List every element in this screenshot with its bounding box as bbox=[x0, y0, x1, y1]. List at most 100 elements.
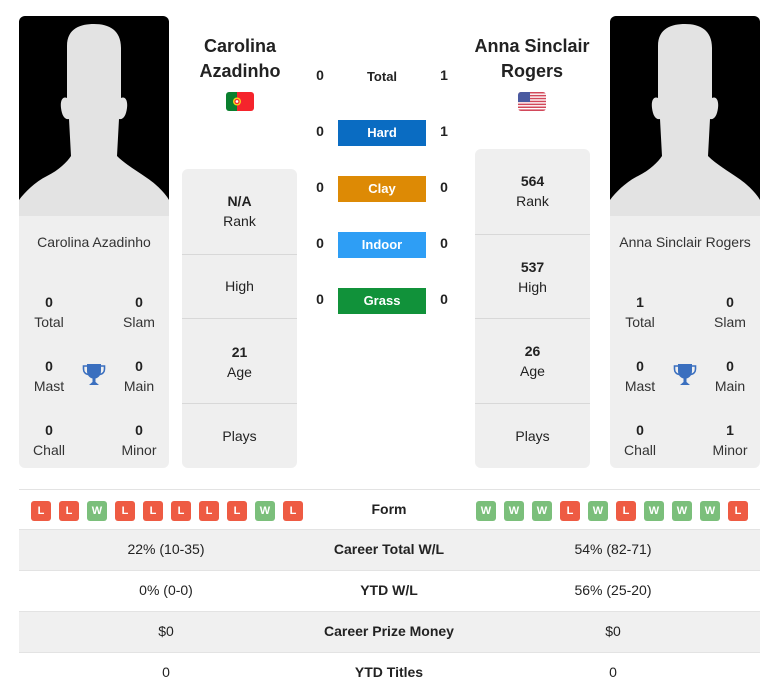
form-win-badge[interactable]: W bbox=[700, 501, 720, 521]
form-loss-badge[interactable]: L bbox=[283, 501, 303, 521]
usa-flag-icon bbox=[518, 92, 546, 111]
title-stat-minor: 0 Minor bbox=[121, 422, 157, 458]
surface-badge-clay[interactable]: Clay bbox=[338, 176, 426, 202]
h2h-hard-p2: 1 bbox=[440, 123, 448, 139]
form-loss-badge[interactable]: L bbox=[31, 501, 51, 521]
h2h-total-row: 0 Total 1 bbox=[300, 64, 470, 90]
h2h-total-p1: 0 bbox=[316, 67, 324, 83]
player1-name-link[interactable]: Carolina Azadinho bbox=[165, 34, 315, 84]
player2-form: WWWLWLWWWL bbox=[476, 501, 756, 521]
stat-row-career-total-wl: 22% (10-35) Career Total W/L 54% (82-71) bbox=[19, 530, 760, 571]
player1-card-name: Carolina Azadinho bbox=[37, 234, 151, 250]
stat-label: Career Prize Money bbox=[324, 623, 454, 639]
form-loss-badge[interactable]: L bbox=[115, 501, 135, 521]
h2h-hard-row: 0 Hard 1 bbox=[300, 120, 470, 146]
form-label: Form bbox=[371, 501, 407, 517]
form-win-badge[interactable]: W bbox=[644, 501, 664, 521]
portugal-flag-icon bbox=[226, 92, 254, 111]
stat-row-career-prize-money: $0 Career Prize Money $0 bbox=[19, 612, 760, 653]
player2-name-line2: Rogers bbox=[500, 61, 563, 81]
stat-p1-value: 0 bbox=[162, 664, 170, 680]
stat-p2-value: 54% (82-71) bbox=[574, 541, 652, 557]
stat-label: YTD Titles bbox=[354, 664, 424, 680]
h2h-grass-p2: 0 bbox=[440, 291, 448, 307]
title-stat-chall: 0 Chall bbox=[624, 422, 656, 458]
form-row: LLWLLLLLWL Form WWWLWLWWWL bbox=[19, 489, 760, 530]
player1-name-line1: Carolina bbox=[203, 36, 277, 56]
player2-photo bbox=[610, 16, 760, 216]
h2h-indoor-row: 0 Indoor 0 bbox=[300, 232, 470, 258]
stat-label: YTD W/L bbox=[360, 582, 418, 598]
h2h-indoor-p2: 0 bbox=[440, 235, 448, 251]
player2-name-link[interactable]: Anna Sinclair Rogers bbox=[457, 34, 607, 84]
h2h-clay-row: 0 Clay 0 bbox=[300, 176, 470, 202]
h2h-total-p2: 1 bbox=[440, 67, 448, 83]
form-win-badge[interactable]: W bbox=[532, 501, 552, 521]
player1-name-line2: Azadinho bbox=[199, 61, 281, 81]
h2h-total-label: Total bbox=[366, 69, 398, 84]
stat-p2-value: $0 bbox=[605, 623, 621, 639]
title-stat-total: 0 Total bbox=[34, 294, 64, 330]
title-stat-main: 0 Main bbox=[123, 358, 155, 394]
player1-card: Carolina Azadinho 0 Total 0 Slam 0 Mast 0 Ma… bbox=[19, 16, 169, 468]
form-win-badge[interactable]: W bbox=[87, 501, 107, 521]
player1-photo bbox=[19, 16, 169, 216]
player1-info-card: N/A Rank High 21 Age Plays bbox=[182, 169, 297, 468]
form-loss-badge[interactable]: L bbox=[171, 501, 191, 521]
player1-rank: N/A Rank bbox=[223, 193, 256, 229]
player2-name-line1: Anna Sinclair bbox=[474, 36, 590, 56]
player2-info-card: 564 Rank 537 High 26 Age Plays bbox=[475, 149, 590, 468]
title-stat-slam: 0 Slam bbox=[123, 294, 155, 330]
form-win-badge[interactable]: W bbox=[504, 501, 524, 521]
title-stat-minor: 1 Minor bbox=[712, 422, 748, 458]
player2-card: Anna Sinclair Rogers 1 Total 0 Slam 0 Mast … bbox=[610, 16, 760, 468]
player1-high: High bbox=[182, 254, 297, 319]
h2h-grass-row: 0 Grass 0 bbox=[300, 288, 470, 314]
stat-row-ytd-wl: 0% (0-0) YTD W/L 56% (25-20) bbox=[19, 571, 760, 612]
player2-card-name: Anna Sinclair Rogers bbox=[619, 234, 751, 250]
stat-row-ytd-titles: 0 YTD Titles 0 bbox=[19, 653, 760, 694]
title-stat-chall: 0 Chall bbox=[33, 422, 65, 458]
player-silhouette-icon bbox=[19, 24, 169, 216]
title-stat-total: 1 Total bbox=[625, 294, 655, 330]
h2h-clay-p1: 0 bbox=[316, 179, 324, 195]
surface-badge-hard[interactable]: Hard bbox=[338, 120, 426, 146]
player-silhouette-icon bbox=[610, 24, 760, 216]
stat-label: Career Total W/L bbox=[333, 541, 445, 557]
form-win-badge[interactable]: W bbox=[476, 501, 496, 521]
form-win-badge[interactable]: W bbox=[588, 501, 608, 521]
player1-plays: Plays bbox=[182, 403, 297, 468]
player1-form: LLWLLLLLWL bbox=[31, 501, 311, 521]
h2h-clay-p2: 0 bbox=[440, 179, 448, 195]
trophy-icon bbox=[673, 362, 697, 388]
stat-p1-value: 0% (0-0) bbox=[139, 582, 193, 598]
player2-rank: 564 Rank bbox=[516, 173, 549, 209]
trophy-icon bbox=[82, 362, 106, 388]
h2h-grass-p1: 0 bbox=[316, 291, 324, 307]
title-stat-mast: 0 Mast bbox=[624, 358, 656, 394]
stat-p1-value: $0 bbox=[158, 623, 174, 639]
form-loss-badge[interactable]: L bbox=[199, 501, 219, 521]
title-stat-mast: 0 Mast bbox=[33, 358, 65, 394]
form-win-badge[interactable]: W bbox=[255, 501, 275, 521]
player2-plays: Plays bbox=[475, 403, 590, 468]
surface-badge-indoor[interactable]: Indoor bbox=[338, 232, 426, 258]
form-loss-badge[interactable]: L bbox=[616, 501, 636, 521]
form-loss-badge[interactable]: L bbox=[59, 501, 79, 521]
form-win-badge[interactable]: W bbox=[672, 501, 692, 521]
form-loss-badge[interactable]: L bbox=[560, 501, 580, 521]
stat-p2-value: 0 bbox=[609, 664, 617, 680]
h2h-indoor-p1: 0 bbox=[316, 235, 324, 251]
h2h-hard-p1: 0 bbox=[316, 123, 324, 139]
stat-p1-value: 22% (10-35) bbox=[127, 541, 205, 557]
title-stat-main: 0 Main bbox=[714, 358, 746, 394]
surface-badge-grass[interactable]: Grass bbox=[338, 288, 426, 314]
player2-high: 537 High bbox=[475, 234, 590, 319]
player2-age: 26 Age bbox=[475, 318, 590, 403]
form-loss-badge[interactable]: L bbox=[227, 501, 247, 521]
form-loss-badge[interactable]: L bbox=[728, 501, 748, 521]
player1-age: 21 Age bbox=[182, 318, 297, 403]
stat-p2-value: 56% (25-20) bbox=[574, 582, 652, 598]
form-loss-badge[interactable]: L bbox=[143, 501, 163, 521]
title-stat-slam: 0 Slam bbox=[714, 294, 746, 330]
